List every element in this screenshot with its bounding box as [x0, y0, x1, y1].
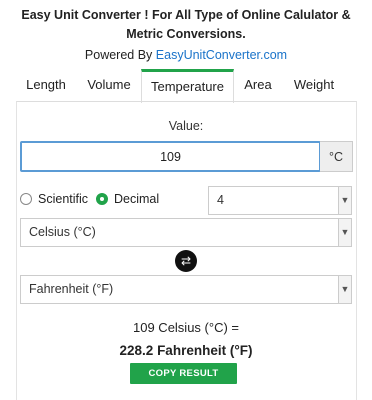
tab-length[interactable]: Length: [16, 69, 76, 102]
precision-select[interactable]: 4 ▼: [208, 186, 352, 215]
tab-weight[interactable]: Weight: [284, 69, 344, 102]
scientific-radio[interactable]: [20, 193, 32, 205]
decimal-label[interactable]: Decimal: [114, 192, 159, 206]
result-input-text: 109 Celsius (°C) =: [133, 320, 239, 335]
to-unit-select[interactable]: Fahrenheit (°F) ▼: [20, 275, 352, 304]
chevron-down-icon: ▼: [338, 187, 351, 214]
swap-icon[interactable]: ⇄: [175, 250, 197, 272]
scientific-label[interactable]: Scientific: [38, 192, 88, 206]
precision-value: 4: [217, 193, 224, 207]
header-title-line1: Easy Unit Converter ! For All Type of On…: [21, 8, 351, 22]
chevron-down-icon: ▼: [338, 276, 351, 303]
value-input[interactable]: [20, 141, 321, 172]
tab-volume[interactable]: Volume: [78, 69, 140, 102]
header-title-line2: Metric Conversions.: [126, 27, 246, 41]
chevron-down-icon: ▼: [338, 219, 351, 246]
copy-result-button[interactable]: COPY RESULT: [130, 363, 237, 384]
header: Easy Unit Converter ! For All Type of On…: [0, 6, 372, 65]
tab-temperature[interactable]: Temperature: [141, 69, 234, 103]
result-output-text: 228.2 Fahrenheit (°F): [119, 343, 253, 358]
powered-by: Powered By EasyUnitConverter.com: [0, 45, 372, 65]
unit-addon: °C: [320, 141, 353, 172]
tab-area[interactable]: Area: [236, 69, 280, 102]
to-unit-value: Fahrenheit (°F): [29, 282, 114, 296]
powered-by-link[interactable]: EasyUnitConverter.com: [156, 48, 287, 62]
decimal-radio[interactable]: [96, 193, 108, 205]
converter-tabs: Length Volume Temperature Area Weight: [16, 69, 356, 103]
powered-by-prefix: Powered By: [84, 48, 156, 62]
value-label: Value:: [168, 119, 204, 133]
from-unit-select[interactable]: Celsius (°C) ▼: [20, 218, 352, 247]
from-unit-value: Celsius (°C): [29, 225, 96, 239]
